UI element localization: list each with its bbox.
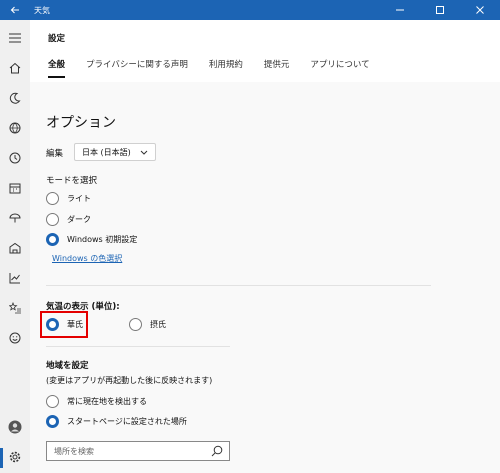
location-search-input[interactable]: 場所を検索 <box>46 441 230 461</box>
smiley-icon <box>9 332 21 344</box>
chevron-down-icon <box>140 150 148 155</box>
tab-privacy[interactable]: プライバシーに関する声明 <box>86 58 188 80</box>
mode-windows-radio[interactable]: Windows 初期設定 <box>46 233 137 246</box>
building-icon <box>9 242 21 254</box>
radio-button[interactable] <box>46 213 59 226</box>
tab-about[interactable]: アプリについて <box>310 58 369 80</box>
region-startpage-label: スタートページに設定された場所 <box>67 417 187 426</box>
nav-life[interactable] <box>0 206 30 230</box>
nav-maps[interactable] <box>0 116 30 140</box>
app-title: 天気 <box>34 5 50 15</box>
maximize-button[interactable] <box>420 0 460 20</box>
hamburger-menu-button[interactable] <box>0 26 30 50</box>
tab-terms[interactable]: 利用規約 <box>209 58 243 80</box>
mode-light-label: ライト <box>67 194 91 203</box>
edition-value: 日本 (日本語) <box>82 147 131 157</box>
nav-account[interactable] <box>0 415 30 439</box>
nav-feedback[interactable] <box>0 326 30 350</box>
home-icon <box>9 62 21 74</box>
nav-calendar[interactable] <box>0 176 30 200</box>
moon-icon <box>9 92 21 104</box>
windows-color-link[interactable]: Windows の色選択 <box>52 253 122 264</box>
umbrella-icon <box>9 213 21 223</box>
divider <box>46 346 230 347</box>
nav-forecast[interactable] <box>0 86 30 110</box>
mode-light-radio[interactable]: ライト <box>46 192 91 205</box>
edition-dropdown[interactable]: 日本 (日本語) <box>74 143 156 161</box>
search-icon[interactable] <box>211 445 223 457</box>
region-note: (変更はアプリが再起動した後に反映されます) <box>46 376 213 385</box>
maximize-icon <box>436 6 444 14</box>
main-area: 設定 全般 プライバシーに関する声明 利用規約 提供元 アプリについて オプショ… <box>30 20 500 473</box>
star-list-icon <box>9 302 21 314</box>
region-startpage-radio[interactable]: スタートページに設定された場所 <box>46 415 187 428</box>
highlight-box <box>40 311 88 338</box>
radio-button[interactable] <box>46 395 59 408</box>
mode-dark-label: ダーク <box>67 215 91 224</box>
close-button[interactable] <box>460 0 500 20</box>
gear-icon <box>9 451 21 463</box>
tab-strip: 全般 プライバシーに関する声明 利用規約 提供元 アプリについて <box>48 58 391 80</box>
avatar-icon <box>8 420 22 434</box>
globe-icon <box>9 122 21 134</box>
mode-label: モードを選択 <box>46 176 98 186</box>
temp-celsius-radio[interactable]: 摂氏 <box>129 318 166 331</box>
edition-label: 編集 <box>46 149 64 159</box>
options-heading: オプション <box>46 115 116 131</box>
nav-charts[interactable] <box>0 266 30 290</box>
mode-windows-label: Windows 初期設定 <box>67 235 138 244</box>
radio-button-checked[interactable] <box>46 233 59 246</box>
mode-dark-radio[interactable]: ダーク <box>46 213 91 226</box>
region-label: 地域を設定 <box>46 361 89 371</box>
title-bar: 天気 <box>0 0 500 20</box>
radio-button[interactable] <box>46 192 59 205</box>
tab-general[interactable]: 全般 <box>48 58 66 80</box>
nav-history[interactable] <box>0 146 30 170</box>
options-panel: オプション 編集 日本 (日本語) モードを選択 ライト ダーク Windows… <box>30 82 500 473</box>
nav-news[interactable] <box>0 236 30 260</box>
search-placeholder: 場所を検索 <box>54 446 94 456</box>
calendar-icon <box>9 183 21 194</box>
tab-provider[interactable]: 提供元 <box>264 58 290 80</box>
back-button[interactable] <box>0 0 30 20</box>
nav-rail <box>0 20 30 473</box>
page-title: 設定 <box>48 34 66 44</box>
back-arrow-icon <box>10 6 19 14</box>
minimize-button[interactable] <box>380 0 420 20</box>
minimize-icon <box>396 9 404 11</box>
radio-button-checked[interactable] <box>46 415 59 428</box>
temp-celsius-label: 摂氏 <box>150 320 166 329</box>
divider <box>46 285 431 286</box>
region-detect-radio[interactable]: 常に現在地を検出する <box>46 395 147 408</box>
hamburger-icon <box>9 33 21 43</box>
region-detect-label: 常に現在地を検出する <box>67 397 147 406</box>
nav-home[interactable] <box>0 56 30 80</box>
nav-favorites[interactable] <box>0 296 30 320</box>
close-icon <box>476 6 484 14</box>
radio-button[interactable] <box>129 318 142 331</box>
active-indicator <box>0 448 3 468</box>
chart-icon <box>9 273 20 284</box>
nav-settings[interactable] <box>0 445 30 469</box>
clock-icon <box>9 152 21 164</box>
